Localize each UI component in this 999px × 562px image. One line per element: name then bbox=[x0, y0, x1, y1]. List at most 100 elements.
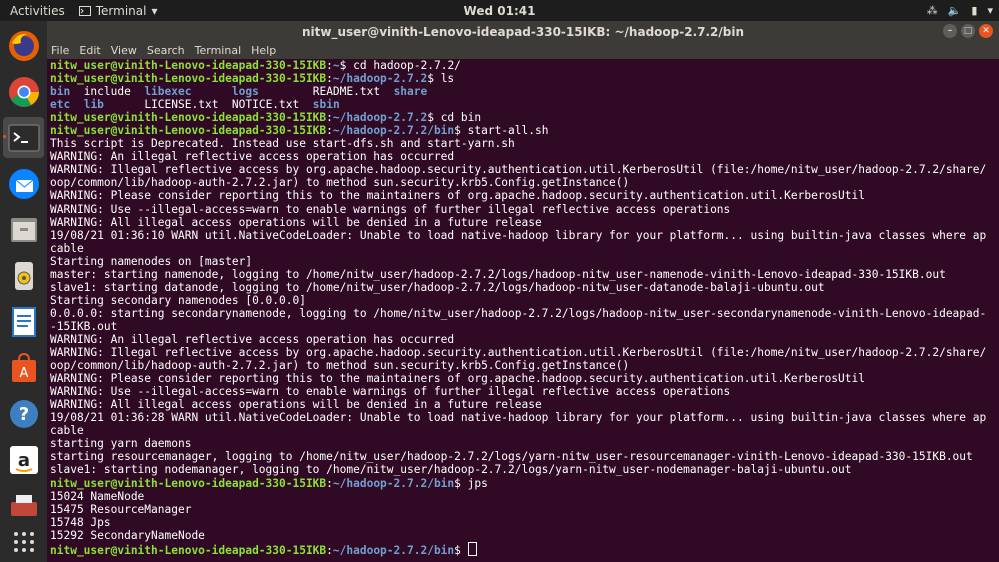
terminal-line: nitw_user@vinith-Lenovo-ideapad-330-15IK… bbox=[50, 541, 990, 557]
rhythmbox-launcher[interactable] bbox=[3, 255, 44, 296]
app-menu[interactable]: Terminal ▾ bbox=[75, 4, 162, 18]
terminal-line: bin include libexec logs README.txt shar… bbox=[50, 85, 990, 98]
terminal-output[interactable]: nitw_user@vinith-Lenovo-ideapad-330-15IK… bbox=[47, 59, 993, 562]
terminal-line: WARNING: All illegal access operations w… bbox=[50, 398, 542, 412]
minimize-button[interactable]: – bbox=[943, 24, 957, 38]
terminal-line: -15IKB.out bbox=[50, 319, 118, 333]
terminal-line: Starting secondary namenodes [0.0.0.0] bbox=[50, 293, 306, 307]
writer-launcher[interactable] bbox=[3, 301, 44, 342]
chrome-launcher[interactable] bbox=[3, 71, 44, 112]
terminal-line: Starting namenodes on [master] bbox=[50, 254, 253, 268]
menu-edit[interactable]: Edit bbox=[79, 44, 100, 57]
prompt-path: ~/hadoop-2.7.2 bbox=[332, 72, 428, 86]
terminal-line: 15475 ResourceManager bbox=[50, 502, 192, 516]
prompt-separator: : bbox=[326, 59, 333, 72]
terminal-line: 0.0.0.0: starting secondarynamenode, log… bbox=[50, 306, 993, 320]
ls-directory: sbin bbox=[312, 98, 340, 112]
window-title: nitw_user@vinith-Lenovo-ideapad-330-15IK… bbox=[301, 24, 745, 39]
software-launcher[interactable]: A bbox=[3, 347, 44, 388]
show-apps-launcher[interactable] bbox=[3, 521, 44, 562]
prompt-path: ~ bbox=[332, 59, 340, 72]
prompt-separator: : bbox=[326, 72, 333, 86]
running-indicator bbox=[3, 135, 6, 138]
command-text: start-all.sh bbox=[460, 124, 549, 138]
files-icon bbox=[10, 217, 37, 242]
firefox-icon bbox=[8, 30, 39, 61]
terminal-line: WARNING: An illegal reflective access op… bbox=[50, 150, 455, 164]
system-tray[interactable]: ⁂ 🔈 ▮ ▾ bbox=[927, 0, 993, 21]
command-text: ls bbox=[433, 72, 455, 86]
terminal-line: oop/common/lib/hadoop-auth-2.7.2.jar) to… bbox=[50, 359, 630, 373]
maximize-button[interactable]: □ bbox=[961, 24, 975, 38]
battery-icon: ▮ bbox=[971, 4, 978, 17]
terminal-line: WARNING: Please consider reporting this … bbox=[50, 372, 865, 386]
terminal-window: nitw_user@vinith-Lenovo-ideapad-330-15IK… bbox=[47, 21, 999, 562]
prompt-separator: : bbox=[326, 111, 333, 125]
volume-icon: 🔈 bbox=[947, 4, 962, 17]
command-text: cd hadoop-2.7.2/ bbox=[346, 59, 461, 72]
terminal-line: WARNING: An illegal reflective access op… bbox=[50, 332, 455, 346]
terminal-line: WARNING: All illegal access operations w… bbox=[50, 215, 542, 229]
thunderbird-launcher[interactable] bbox=[3, 163, 44, 204]
terminal-line: 19/08/21 01:36:28 WARN util.NativeCodeLo… bbox=[50, 411, 993, 425]
prompt-path: ~/hadoop-2.7.2 bbox=[332, 111, 428, 125]
menu-search[interactable]: Search bbox=[147, 44, 185, 57]
firefox-launcher[interactable] bbox=[3, 25, 44, 66]
amazon-launcher[interactable]: a bbox=[3, 439, 44, 480]
top-bar: Activities Terminal ▾ Wed 01:41 ⁂ 🔈 ▮ ▾ bbox=[0, 0, 999, 21]
prompt-user-host: nitw_user@vinith-Lenovo-ideapad-330-15IK… bbox=[50, 72, 327, 86]
ls-file bbox=[70, 98, 83, 111]
chevron-down-icon: ▾ bbox=[151, 3, 158, 18]
terminal-line: WARNING: Please consider reporting this … bbox=[50, 189, 865, 203]
activities-button[interactable]: Activities bbox=[0, 4, 75, 18]
ls-directory: share bbox=[393, 85, 428, 99]
terminal-line: nitw_user@vinith-Lenovo-ideapad-330-15IK… bbox=[50, 477, 990, 490]
menu-bar: File Edit View Search Terminal Help bbox=[47, 42, 999, 59]
terminal-line: WARNING: Illegal reflective access by or… bbox=[50, 163, 993, 177]
prompt-symbol: $ bbox=[427, 111, 434, 125]
window-titlebar[interactable]: nitw_user@vinith-Lenovo-ideapad-330-15IK… bbox=[47, 21, 999, 42]
prompt-symbol: $ bbox=[454, 124, 461, 138]
ls-file: README.txt bbox=[258, 85, 394, 99]
terminal-line: nitw_user@vinith-Lenovo-ideapad-330-15IK… bbox=[50, 59, 990, 72]
ls-directory: logs bbox=[231, 85, 259, 99]
command-text: cd bin bbox=[433, 111, 482, 125]
terminal-line: nitw_user@vinith-Lenovo-ideapad-330-15IK… bbox=[50, 111, 990, 124]
menu-help[interactable]: Help bbox=[251, 44, 276, 57]
terminal-line: oop/common/lib/hadoop-auth-2.7.2.jar) to… bbox=[50, 176, 630, 190]
prompt-user-host: nitw_user@vinith-Lenovo-ideapad-330-15IK… bbox=[50, 476, 327, 490]
terminal-line: 15748 Jps bbox=[50, 515, 111, 529]
terminal-line: cable bbox=[50, 241, 84, 255]
prompt-symbol: $ bbox=[427, 72, 434, 86]
ls-file bbox=[191, 85, 231, 98]
close-button[interactable]: ✕ bbox=[979, 24, 993, 38]
files-launcher[interactable] bbox=[3, 209, 44, 250]
menu-file[interactable]: File bbox=[51, 44, 69, 57]
scrollbar[interactable] bbox=[987, 59, 999, 562]
terminal-line: master: starting namenode, logging to /h… bbox=[50, 267, 946, 281]
terminal-line: 15292 SecondaryNameNode bbox=[50, 528, 205, 542]
printer-icon bbox=[10, 494, 37, 516]
command-text bbox=[461, 544, 468, 557]
terminal-line: WARNING: Use --illegal-access=warn to en… bbox=[50, 385, 731, 399]
prompt-symbol: $ bbox=[454, 543, 461, 557]
app-menu-label: Terminal bbox=[95, 3, 147, 18]
terminal-line: nitw_user@vinith-Lenovo-ideapad-330-15IK… bbox=[50, 124, 990, 137]
terminal-line: starting yarn daemons bbox=[50, 437, 192, 451]
menu-view[interactable]: View bbox=[111, 44, 137, 57]
ls-directory: libexec bbox=[144, 85, 192, 99]
prompt-user-host: nitw_user@vinith-Lenovo-ideapad-330-15IK… bbox=[50, 111, 327, 125]
terminal-line: 19/08/21 01:36:10 WARN util.NativeCodeLo… bbox=[50, 228, 993, 242]
terminal-launcher[interactable] bbox=[3, 117, 44, 158]
ls-file: LICENSE.txt NOTICE.txt bbox=[103, 98, 313, 112]
prompt-separator: : bbox=[326, 476, 333, 490]
ls-file: include bbox=[70, 85, 145, 99]
menu-terminal[interactable]: Terminal bbox=[195, 44, 242, 57]
show-apps-icon bbox=[13, 531, 34, 552]
prompt-path: ~/hadoop-2.7.2/bin bbox=[332, 124, 455, 138]
terminal-small-icon bbox=[78, 5, 91, 16]
help-launcher[interactable]: ? bbox=[3, 393, 44, 434]
terminal-icon bbox=[8, 124, 39, 151]
software-icon: A bbox=[11, 352, 36, 382]
printer-launcher[interactable] bbox=[3, 485, 44, 526]
